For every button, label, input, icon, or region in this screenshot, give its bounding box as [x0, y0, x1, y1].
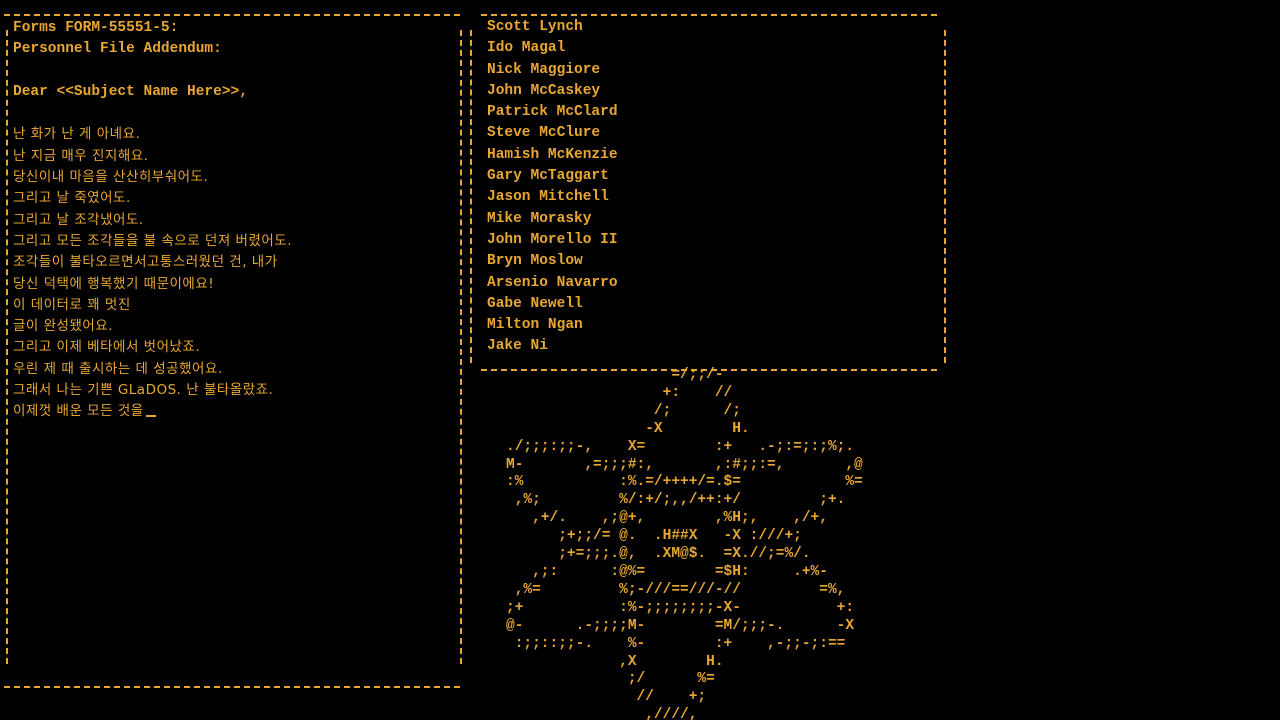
letter-line: 우린 제 때 출시하는 데 성공했어요.: [13, 360, 223, 377]
letter-line: 당신이내 마음을 산산히부숴어도.: [13, 169, 209, 186]
credit-name: Jake Ni: [487, 338, 548, 355]
credit-name: Scott Lynch: [487, 19, 583, 35]
credit-name: Hamish McKenzie: [487, 146, 618, 163]
credits-panel-right-border: [944, 30, 946, 363]
credit-name: Patrick McClard: [487, 104, 618, 121]
form-title: Personnel File Addendum:: [13, 41, 222, 58]
letter-line: 당신 덕택에 행복했기 때문이에요!: [13, 275, 215, 292]
credit-name: Mike Morasky: [487, 210, 592, 227]
credit-name: Arsenio Navarro: [487, 274, 618, 291]
form-id: Forms FORM-55551-5:: [13, 20, 179, 36]
personnel-letter: Forms FORM-55551-5: Personnel File Adden…: [13, 18, 453, 423]
credit-name: Milton Ngan: [487, 317, 583, 334]
letter-line: 그래서 나는 기쁜 GLaDOS. 난 불타올랐죠.: [13, 382, 274, 399]
aperture-logo-ascii: =/;;/- +: // /; /; -X H. ./;;;:;;-, X= :…: [506, 367, 863, 720]
text-cursor: [145, 415, 156, 418]
letter-line: 그리고 날 죽였어도.: [13, 190, 131, 207]
credit-name: Gary McTaggart: [487, 168, 609, 185]
letter-last-line: 이제껏 배운 모든 것을: [13, 401, 453, 422]
letter-line: 그리고 모든 조각들을 불 속으로 던져 버렸어도.: [13, 232, 293, 249]
credit-name: Gabe Newell: [487, 295, 583, 312]
letter-line: 그리고 이제 베타에서 벗어났죠.: [13, 339, 201, 356]
letter-line: 이 데이터로 꽤 멋진: [13, 296, 131, 313]
credit-name: Bryn Moslow: [487, 253, 583, 270]
letter-line: 이제껏 배운 모든 것을: [13, 403, 144, 420]
letter-line: 난 지금 매우 진지해요.: [13, 147, 149, 164]
left-panel-right-border: [460, 30, 462, 664]
credit-name: Jason Mitchell: [487, 189, 609, 206]
credit-name: John Morello II: [487, 231, 618, 248]
letter-line: 난 화가 난 게 아녜요.: [13, 126, 141, 143]
greeting: Dear <<Subject Name Here>>,: [13, 83, 248, 100]
credits-panel-left-border: [470, 30, 472, 363]
credits-list: Scott Lynch Ido Magal Nick Maggiore John…: [487, 17, 927, 358]
left-panel-left-border: [6, 30, 8, 664]
credit-name: Ido Magal: [487, 40, 566, 57]
credit-name: Nick Maggiore: [487, 61, 601, 78]
credit-name: John McCaskey: [487, 82, 601, 99]
letter-line: 글이 완성됐어요.: [13, 318, 114, 335]
left-panel-bottom-border: [4, 686, 460, 688]
left-panel-top-border: [4, 14, 460, 16]
credits-panel-top-border: [481, 14, 937, 16]
credit-name: Steve McClure: [487, 125, 601, 142]
letter-line: 조각들이 불타오르면서고통스러웠던 건, 내가: [13, 254, 278, 271]
letter-line: 그리고 날 조각냈어도.: [13, 211, 144, 228]
